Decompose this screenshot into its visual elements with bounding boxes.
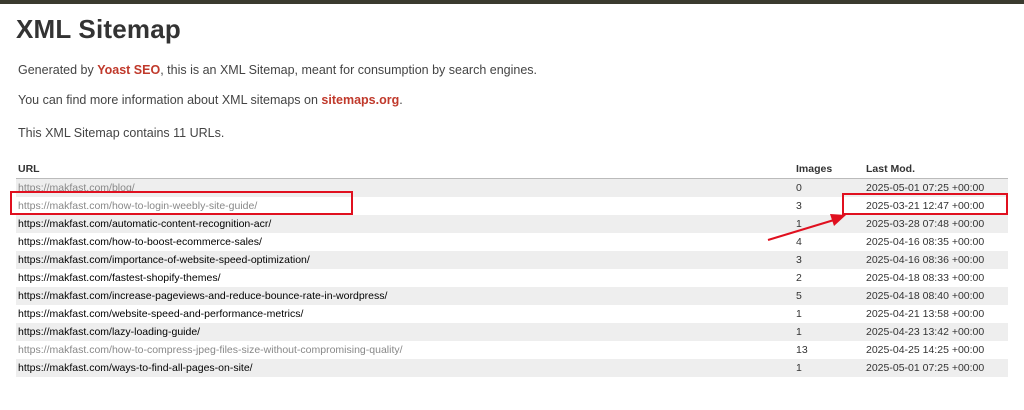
cell-url: https://makfast.com/fastest-shopify-them…	[16, 269, 794, 287]
table-row: https://makfast.com/increase-pageviews-a…	[16, 287, 1008, 305]
cell-images: 5	[794, 287, 864, 305]
sitemap-url-link[interactable]: https://makfast.com/ways-to-find-all-pag…	[18, 362, 253, 374]
table-row: https://makfast.com/ways-to-find-all-pag…	[16, 359, 1008, 377]
table-row: https://makfast.com/how-to-compress-jpeg…	[16, 341, 1008, 359]
cell-url: https://makfast.com/website-speed-and-pe…	[16, 305, 794, 323]
table-row: https://makfast.com/how-to-boost-ecommer…	[16, 233, 1008, 251]
sitemap-url-link[interactable]: https://makfast.com/automatic-content-re…	[18, 218, 271, 230]
cell-images: 2	[794, 269, 864, 287]
cell-url: https://makfast.com/how-to-boost-ecommer…	[16, 233, 794, 251]
cell-images: 4	[794, 233, 864, 251]
cell-last-mod: 2025-04-21 13:58 +00:00	[864, 305, 1008, 323]
cell-images: 1	[794, 305, 864, 323]
yoast-seo-link[interactable]: Yoast SEO	[97, 63, 160, 77]
highlight-box-date	[842, 193, 1008, 215]
cell-url: https://makfast.com/how-to-compress-jpeg…	[16, 341, 794, 359]
cell-images: 1	[794, 215, 864, 233]
url-count: This XML Sitemap contains 11 URLs.	[18, 126, 225, 140]
header-url: URL	[16, 160, 794, 179]
sitemap-url-link[interactable]: https://makfast.com/fastest-shopify-them…	[18, 272, 221, 284]
highlight-box-url	[10, 191, 353, 215]
sitemap-url-link[interactable]: https://makfast.com/increase-pageviews-a…	[18, 290, 387, 302]
table-row: https://makfast.com/website-speed-and-pe…	[16, 305, 1008, 323]
sitemap-url-link[interactable]: https://makfast.com/importance-of-websit…	[18, 254, 310, 266]
cell-images: 1	[794, 359, 864, 377]
cell-last-mod: 2025-04-23 13:42 +00:00	[864, 323, 1008, 341]
header-images: Images	[794, 160, 864, 179]
cell-url: https://makfast.com/ways-to-find-all-pag…	[16, 359, 794, 377]
header-last-mod: Last Mod.	[864, 160, 1008, 179]
cell-url: https://makfast.com/automatic-content-re…	[16, 215, 794, 233]
cell-last-mod: 2025-04-16 08:36 +00:00	[864, 251, 1008, 269]
cell-images: 13	[794, 341, 864, 359]
sitemap-url-link[interactable]: https://makfast.com/how-to-boost-ecommer…	[18, 236, 262, 248]
cell-url: https://makfast.com/increase-pageviews-a…	[16, 287, 794, 305]
sitemaps-org-link[interactable]: sitemaps.org	[321, 93, 399, 107]
page-title: XML Sitemap	[16, 14, 181, 44]
intro-generated-by: Generated by Yoast SEO, this is an XML S…	[18, 63, 538, 77]
table-row: https://makfast.com/importance-of-websit…	[16, 251, 1008, 269]
table-row: https://makfast.com/fastest-shopify-them…	[16, 269, 1008, 287]
cell-last-mod: 2025-04-16 08:35 +00:00	[864, 233, 1008, 251]
sitemap-url-link[interactable]: https://makfast.com/website-speed-and-pe…	[18, 308, 303, 320]
cell-last-mod: 2025-04-18 08:40 +00:00	[864, 287, 1008, 305]
sitemap-url-link[interactable]: https://makfast.com/how-to-compress-jpeg…	[18, 344, 403, 356]
table-row: https://makfast.com/lazy-loading-guide/1…	[16, 323, 1008, 341]
cell-last-mod: 2025-05-01 07:25 +00:00	[864, 359, 1008, 377]
cell-last-mod: 2025-04-18 08:33 +00:00	[864, 269, 1008, 287]
intro-more-info: You can find more information about XML …	[18, 93, 403, 107]
cell-last-mod: 2025-03-28 07:48 +00:00	[864, 215, 1008, 233]
cell-last-mod: 2025-04-25 14:25 +00:00	[864, 341, 1008, 359]
cell-url: https://makfast.com/lazy-loading-guide/	[16, 323, 794, 341]
table-header-row: URL Images Last Mod.	[16, 160, 1008, 179]
top-bar	[0, 0, 1024, 4]
cell-url: https://makfast.com/importance-of-websit…	[16, 251, 794, 269]
cell-images: 1	[794, 323, 864, 341]
cell-images: 3	[794, 251, 864, 269]
sitemap-url-link[interactable]: https://makfast.com/lazy-loading-guide/	[18, 326, 200, 338]
table-row: https://makfast.com/automatic-content-re…	[16, 215, 1008, 233]
